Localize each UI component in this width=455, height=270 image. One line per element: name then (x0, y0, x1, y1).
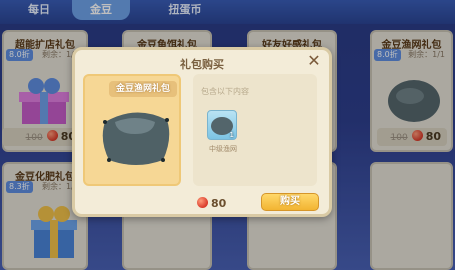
item-slot[interactable]: 1 (207, 110, 237, 140)
package-contents: 包含以下内容 1 中级渔网 (193, 74, 317, 186)
dialog-price: 80 (197, 197, 226, 210)
dialog-title: 礼包购买 (180, 58, 224, 71)
item-count: 1 (229, 131, 234, 139)
contents-label: 包含以下内容 (201, 87, 249, 96)
purchase-dialog: 礼包购买 ✕ 金豆渔网礼包 包含以下内容 1 中级渔网 80 购买 (72, 47, 332, 217)
package-preview: 金豆渔网礼包 (83, 74, 181, 186)
item-name: 中级渔网 (209, 145, 237, 153)
coin-icon (197, 197, 208, 208)
close-icon[interactable]: ✕ (305, 52, 323, 70)
package-name: 金豆渔网礼包 (109, 81, 177, 97)
pillow-net-icon (102, 112, 170, 165)
buy-button[interactable]: 购买 (261, 193, 319, 211)
